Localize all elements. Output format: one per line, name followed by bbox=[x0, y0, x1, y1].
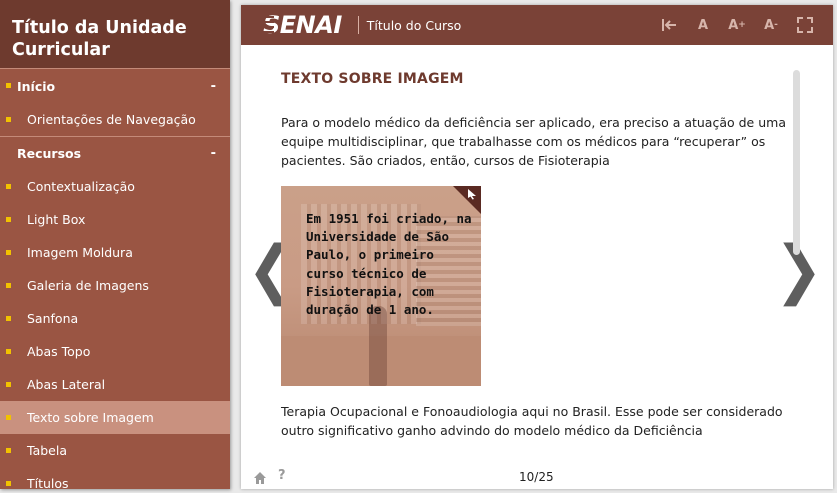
bullet-icon bbox=[6, 250, 11, 255]
page-number: 10/25 bbox=[519, 470, 554, 484]
sidebar-item-label: Abas Lateral bbox=[27, 377, 106, 392]
sidebar-item-abas-lateral[interactable]: Abas Lateral bbox=[0, 368, 230, 401]
bullet-icon bbox=[6, 217, 11, 222]
section-heading: TEXTO SOBRE IMAGEM bbox=[281, 71, 464, 87]
bullet-icon bbox=[6, 117, 11, 122]
sidebar-item-orientacoes[interactable]: Orientações de Navegação bbox=[0, 103, 230, 136]
main-panel: SENAI Título do Curso A A + A- ❮ ❯ TEXTO … bbox=[241, 5, 833, 489]
sidebar-item-imagem-moldura[interactable]: Imagem Moldura bbox=[0, 236, 230, 269]
section-recursos[interactable]: Recursos - bbox=[0, 136, 230, 170]
paragraph-1: Para o modelo médico da deficiência ser … bbox=[281, 115, 786, 168]
fullscreen-icon[interactable] bbox=[795, 15, 815, 35]
sidebar-item-tabela[interactable]: Tabela bbox=[0, 434, 230, 467]
sidebar-item-label: Light Box bbox=[27, 212, 86, 227]
bullet-icon bbox=[6, 349, 11, 354]
section-inicio[interactable]: Início - bbox=[0, 69, 230, 103]
sidebar: Título da Unidade Curricular Início - Or… bbox=[0, 0, 230, 489]
sidebar-item-label: Texto sobre Imagem bbox=[27, 410, 154, 425]
cursor-arrow-icon[interactable] bbox=[466, 188, 478, 203]
sidebar-item-label: Tabela bbox=[27, 443, 67, 458]
unit-title: Título da Unidade Curricular bbox=[12, 18, 187, 60]
sidebar-item-label: Galeria de Imagens bbox=[27, 278, 149, 293]
collapse-menu-icon[interactable] bbox=[659, 15, 679, 35]
sidebar-header: Título da Unidade Curricular bbox=[0, 0, 230, 69]
toolbar: A A + A- bbox=[659, 15, 815, 35]
sidebar-item-galeria[interactable]: Galeria de Imagens bbox=[0, 269, 230, 302]
footer: ? 10/25 bbox=[241, 465, 833, 489]
sidebar-item-texto-sobre-imagem[interactable]: Texto sobre Imagem bbox=[0, 401, 230, 434]
sidebar-item-abas-topo[interactable]: Abas Topo bbox=[0, 335, 230, 368]
sidebar-item-label: Títulos bbox=[27, 476, 69, 489]
text-over-image: Em 1951 foi criado, na Universidade de S… bbox=[281, 186, 481, 386]
sidebar-item-label: Imagem Moldura bbox=[27, 245, 133, 260]
bullet-icon bbox=[6, 448, 11, 453]
image-overlay-text: Em 1951 foi criado, na Universidade de S… bbox=[306, 211, 472, 318]
font-increase-icon[interactable]: A + bbox=[727, 15, 747, 35]
sidebar-item-label: Sanfona bbox=[27, 311, 79, 326]
bullet-icon bbox=[6, 316, 11, 321]
bullet-icon bbox=[6, 83, 11, 88]
bullet-icon bbox=[6, 283, 11, 288]
bullet-icon bbox=[6, 415, 11, 420]
font-reset-icon[interactable]: A bbox=[693, 15, 713, 35]
scrollbar[interactable] bbox=[793, 70, 800, 255]
senai-logo: SENAI bbox=[260, 11, 342, 39]
bullet-icon bbox=[6, 184, 11, 189]
bullet-icon bbox=[6, 382, 11, 387]
collapse-toggle[interactable]: - bbox=[211, 146, 216, 161]
sidebar-item-label: Contextualização bbox=[27, 179, 135, 194]
collapse-toggle[interactable]: - bbox=[211, 79, 216, 94]
course-title: Título do Curso bbox=[366, 17, 462, 33]
sidebar-item-light-box[interactable]: Light Box bbox=[0, 203, 230, 236]
logo-text: SENAI bbox=[263, 11, 342, 39]
sidebar-item-contextualizacao[interactable]: Contextualização bbox=[0, 170, 230, 203]
paragraph-2: Terapia Ocupacional e Fonoaudiologia aqu… bbox=[281, 404, 783, 438]
logo-stripes bbox=[260, 16, 274, 34]
section-label: Recursos bbox=[17, 146, 82, 161]
sidebar-item-titulos[interactable]: Títulos bbox=[0, 467, 230, 489]
home-icon[interactable] bbox=[253, 470, 267, 484]
content-area: TEXTO SOBRE IMAGEM Para o modelo médico … bbox=[281, 71, 786, 438]
sidebar-item-label: Orientações de Navegação bbox=[27, 112, 196, 127]
sidebar-item-label: Abas Topo bbox=[27, 344, 91, 359]
bullet-icon bbox=[6, 481, 11, 486]
divider bbox=[357, 16, 359, 34]
sidebar-item-sanfona[interactable]: Sanfona bbox=[0, 302, 230, 335]
help-icon[interactable]: ? bbox=[278, 468, 286, 483]
font-decrease-icon[interactable]: A- bbox=[761, 15, 781, 35]
section-label: Início bbox=[17, 78, 56, 94]
top-bar: SENAI Título do Curso A A + A- bbox=[241, 5, 833, 45]
